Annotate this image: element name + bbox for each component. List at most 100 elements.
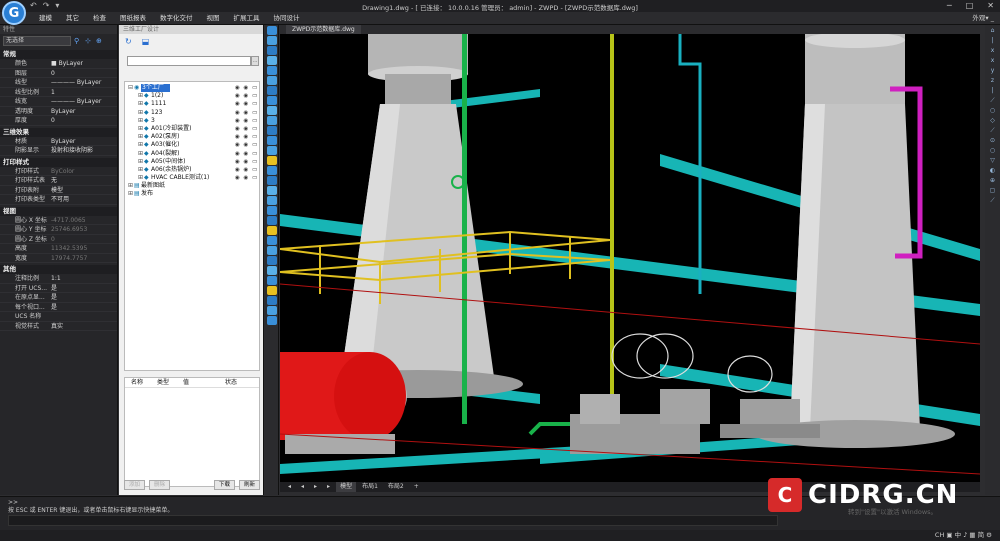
close-button[interactable]: ✕ bbox=[987, 1, 994, 10]
tab-layout1[interactable]: 布局1 bbox=[358, 482, 382, 492]
first-tab-icon[interactable]: ◂ bbox=[284, 482, 295, 492]
visibility-toggle-icons[interactable]: ◉ ◉ ▭ bbox=[235, 117, 258, 125]
view-tool-icon[interactable]: ◐ bbox=[989, 167, 997, 174]
toolbar-tool-icon[interactable] bbox=[267, 216, 277, 225]
view-tool-icon[interactable]: y bbox=[989, 67, 997, 74]
tree-node[interactable]: ⊟◉ 3个工厂 ◉ ◉ ▭ bbox=[125, 84, 259, 93]
toolbar-tool-icon[interactable] bbox=[267, 176, 277, 185]
toolbar-tool-icon[interactable] bbox=[267, 146, 277, 155]
property-section-title[interactable]: 三维效果 bbox=[0, 127, 117, 137]
property-value[interactable]: 模型 bbox=[48, 186, 117, 195]
property-row[interactable]: 打开 UCS... 是 bbox=[0, 284, 117, 293]
view-tool-icon[interactable]: | bbox=[989, 87, 997, 94]
property-value[interactable]: 不可用 bbox=[48, 195, 117, 204]
property-value[interactable]: 17974.7757 bbox=[48, 254, 117, 263]
open-icon[interactable]: ⬓ bbox=[142, 37, 150, 46]
tree-node-label[interactable]: 1(2) bbox=[151, 92, 163, 100]
toolbar-tool-icon[interactable] bbox=[267, 246, 277, 255]
model-viewport[interactable] bbox=[280, 34, 980, 482]
property-row[interactable]: 圆心 X 坐标 -4717.0065 bbox=[0, 216, 117, 225]
command-input[interactable] bbox=[8, 515, 778, 526]
download-button[interactable]: 下载 bbox=[213, 480, 235, 490]
property-value[interactable]: ———— ByLayer bbox=[48, 78, 117, 87]
menu-drawing-report[interactable]: 图纸报表 bbox=[113, 13, 153, 24]
property-row[interactable]: 厚度 0 bbox=[0, 116, 117, 126]
add-layout-icon[interactable]: + bbox=[410, 482, 423, 492]
property-row[interactable]: 材质 ByLayer bbox=[0, 137, 117, 146]
tree-node[interactable]: ⊞◆ 1(2) ◉ ◉ ▭ bbox=[125, 92, 259, 100]
property-value[interactable]: 无 bbox=[48, 176, 117, 185]
tree-node[interactable]: ⊞◆ 123 ◉ ◉ ▭ bbox=[125, 109, 259, 117]
menu-check[interactable]: 检查 bbox=[86, 13, 113, 24]
toolbar-tool-icon[interactable] bbox=[267, 226, 277, 235]
property-value[interactable]: 是 bbox=[48, 284, 117, 293]
property-row[interactable]: 线型 ———— ByLayer bbox=[0, 78, 117, 88]
tree-node[interactable]: ⊞◆ 1111 ◉ ◉ ▭ bbox=[125, 100, 259, 108]
property-row[interactable]: 高度 11342.5395 bbox=[0, 244, 117, 254]
last-tab-icon[interactable]: ▸ bbox=[323, 482, 334, 492]
property-value[interactable]: 1 bbox=[48, 88, 117, 97]
tree-node-label[interactable]: A05(中间体) bbox=[151, 158, 185, 166]
selection-dropdown[interactable]: 无选择 bbox=[3, 36, 71, 46]
property-section-title[interactable]: 打印样式 bbox=[0, 157, 117, 167]
maximize-button[interactable]: □ bbox=[966, 1, 974, 10]
property-row[interactable]: 阴影显示 投射和接收阴影 bbox=[0, 146, 117, 156]
prev-tab-icon[interactable]: ◂ bbox=[297, 482, 308, 492]
toolbar-tool-icon[interactable] bbox=[267, 316, 277, 325]
toolbar-tool-icon[interactable] bbox=[267, 86, 277, 95]
property-row[interactable]: 圆心 Z 坐标 0 bbox=[0, 235, 117, 244]
property-row[interactable]: 圆心 Y 坐标 25746.6953 bbox=[0, 225, 117, 235]
toolbar-tool-icon[interactable] bbox=[267, 296, 277, 305]
visibility-toggle-icons[interactable]: ◉ ◉ ▭ bbox=[235, 100, 258, 108]
property-value[interactable]: 真实 bbox=[48, 322, 117, 331]
tree-node-label[interactable]: A06(余热锅炉) bbox=[151, 166, 191, 174]
select-objects-icon[interactable]: ⊹ bbox=[85, 37, 93, 45]
toolbar-tool-icon[interactable] bbox=[267, 106, 277, 115]
tree-node[interactable]: ⊞◆ 3 ◉ ◉ ▭ bbox=[125, 117, 259, 125]
tree-node[interactable]: ⊞◆ A05(中间体) ◉ ◉ ▭ bbox=[125, 158, 259, 166]
property-value[interactable] bbox=[48, 312, 117, 321]
visibility-toggle-icons[interactable]: ◉ ◉ ▭ bbox=[235, 109, 258, 117]
menu-extension-tools[interactable]: 扩展工具 bbox=[227, 13, 267, 24]
tree-node[interactable]: ⊞◆ A02(泵房) ◉ ◉ ▭ bbox=[125, 133, 259, 141]
property-value[interactable]: 投射和接收阴影 bbox=[48, 146, 117, 155]
toolbar-tool-icon[interactable] bbox=[267, 286, 277, 295]
view-tool-icon[interactable]: ◇ bbox=[989, 117, 997, 124]
toolbar-tool-icon[interactable] bbox=[267, 36, 277, 45]
tree-node[interactable]: ⊞◆ A01(冷却装置) ◉ ◉ ▭ bbox=[125, 125, 259, 133]
toolbar-tool-icon[interactable] bbox=[267, 76, 277, 85]
next-tab-icon[interactable]: ▸ bbox=[310, 482, 321, 492]
property-value[interactable]: 0 bbox=[48, 116, 117, 125]
view-tool-icon[interactable]: | bbox=[989, 37, 997, 44]
view-tool-icon[interactable]: ▽ bbox=[989, 157, 997, 164]
tree-search-button[interactable]: ... bbox=[251, 56, 259, 66]
drawing-tab[interactable]: ZWPD示范数据库.dwg bbox=[286, 25, 361, 34]
appearance-menu[interactable]: 外观▾ _ bbox=[972, 13, 994, 24]
ime-status[interactable]: CH ▣ 中 ♪ ▦ 简 ⚙ bbox=[935, 531, 992, 540]
add-button[interactable]: 添加 bbox=[124, 480, 146, 490]
view-tool-icon[interactable]: z bbox=[989, 77, 997, 84]
property-row[interactable]: 宽度 17974.7757 bbox=[0, 254, 117, 263]
tree-node-label[interactable]: A01(冷却装置) bbox=[151, 125, 191, 133]
property-section-title[interactable]: 视图 bbox=[0, 206, 117, 216]
tab-layout2[interactable]: 布局2 bbox=[384, 482, 408, 492]
property-row[interactable]: 打印表附 模型 bbox=[0, 186, 117, 195]
toolbar-tool-icon[interactable] bbox=[267, 276, 277, 285]
tree-node[interactable]: ⊞▤发布 bbox=[125, 190, 259, 198]
refresh-button[interactable]: 刷新 bbox=[238, 480, 260, 490]
minimize-button[interactable]: ─ bbox=[947, 1, 952, 10]
view-tool-icon[interactable]: ▢ bbox=[989, 187, 997, 194]
tree-node-label[interactable]: 1111 bbox=[151, 100, 166, 108]
visibility-toggle-icons[interactable]: ◉ ◉ ▭ bbox=[235, 133, 258, 141]
visibility-toggle-icons[interactable]: ◉ ◉ ▭ bbox=[235, 150, 258, 158]
visibility-toggle-icons[interactable]: ◉ ◉ ▭ bbox=[235, 166, 258, 174]
property-value[interactable]: ByLayer bbox=[48, 107, 117, 116]
property-row[interactable]: 颜色 ■ ByLayer bbox=[0, 59, 117, 69]
toolbar-tool-icon[interactable] bbox=[267, 306, 277, 315]
view-tool-icon[interactable]: ⟋ bbox=[989, 127, 997, 134]
quick-select-icon[interactable]: ⚲ bbox=[74, 37, 82, 45]
menu-other[interactable]: 其它 bbox=[59, 13, 86, 24]
property-value[interactable]: 25746.6953 bbox=[48, 225, 117, 234]
view-tool-icon[interactable]: x bbox=[989, 57, 997, 64]
toolbar-tool-icon[interactable] bbox=[267, 206, 277, 215]
